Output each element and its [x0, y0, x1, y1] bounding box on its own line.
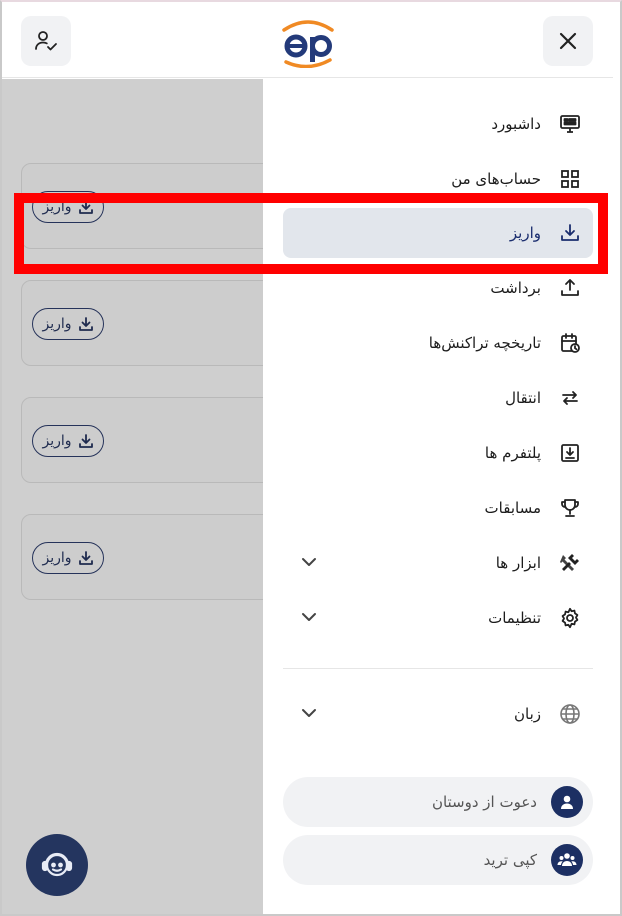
- menu-item-label: تنظیمات: [488, 609, 541, 627]
- language-label: زبان: [513, 705, 541, 723]
- monitor-icon: [557, 111, 583, 137]
- support-chat-button[interactable]: [26, 834, 88, 896]
- menu-item-label: پلتفرم ها: [484, 444, 541, 462]
- globe-icon: [557, 701, 583, 727]
- menu-item-my-accounts[interactable]: حساب‌های من: [283, 154, 593, 204]
- header: [2, 2, 613, 78]
- side-drawer: داشبورد حساب‌های من واریز برداشت تاریخچه…: [263, 79, 613, 914]
- menu-item-transaction-history[interactable]: تاریخچه تراکنش‌ها: [283, 318, 593, 368]
- tools-icon: [557, 550, 583, 576]
- deposit-button[interactable]: واریز: [32, 425, 104, 457]
- deposit-button[interactable]: واریز: [32, 542, 104, 574]
- menu-item-deposit[interactable]: واریز: [283, 208, 593, 258]
- menu-item-label: مسابقات: [484, 499, 541, 517]
- chevron-down-icon[interactable]: [299, 607, 319, 627]
- account-card: واریز: [21, 397, 263, 483]
- chevron-down-icon[interactable]: [299, 703, 319, 723]
- account-card: واریز: [21, 514, 263, 600]
- menu-item-label: حساب‌های من: [451, 170, 541, 188]
- account-card: واریز: [21, 280, 263, 366]
- account-card: واریز: [21, 163, 263, 249]
- menu-item-transfer[interactable]: انتقال: [283, 373, 593, 423]
- menu-item-label: داشبورد: [491, 115, 541, 133]
- invite-friends-button[interactable]: دعوت از دوستان: [283, 777, 593, 827]
- menu-item-withdraw[interactable]: برداشت: [283, 263, 593, 313]
- menu-item-label: واریز: [509, 224, 541, 242]
- menu-item-label: ابزار ها: [495, 554, 541, 572]
- chevron-down-icon[interactable]: [299, 552, 319, 572]
- download-icon: [78, 551, 93, 565]
- menu-item-label: تاریخچه تراکنش‌ها: [428, 334, 541, 352]
- calendar-clock-icon: [557, 330, 583, 356]
- close-button[interactable]: [543, 16, 593, 66]
- copy-trade-button[interactable]: کپی ترید: [283, 835, 593, 885]
- platform-download-icon: [557, 440, 583, 466]
- deposit-button[interactable]: واریز: [32, 191, 104, 223]
- ep-logo: [282, 20, 334, 68]
- download-icon: [78, 317, 93, 331]
- trophy-icon: [557, 495, 583, 521]
- user-badge-icon: [551, 786, 583, 818]
- gear-icon: [557, 605, 583, 631]
- user-verify-button[interactable]: [21, 16, 71, 66]
- menu-item-dashboard[interactable]: داشبورد: [283, 99, 593, 149]
- download-icon: [78, 200, 93, 214]
- menu-item-label: برداشت: [490, 279, 541, 297]
- close-icon: [559, 32, 577, 50]
- language-selector[interactable]: زبان: [283, 689, 593, 739]
- invite-friends-label: دعوت از دوستان: [431, 793, 537, 811]
- transfer-icon: [557, 385, 583, 411]
- menu-item-tools[interactable]: ابزار ها: [283, 538, 593, 588]
- download-icon: [78, 434, 93, 448]
- grid-icon: [557, 166, 583, 192]
- group-icon: [551, 844, 583, 876]
- user-check-icon: [35, 31, 57, 51]
- upload-icon: [557, 275, 583, 301]
- menu-item-label: انتقال: [505, 389, 541, 407]
- page-backdrop[interactable]: واریز واریز واریز واریز: [2, 79, 263, 914]
- support-agent-icon: [41, 852, 73, 877]
- copy-trade-label: کپی ترید: [483, 851, 537, 869]
- menu-item-settings[interactable]: تنظیمات: [283, 593, 593, 643]
- download-icon: [557, 220, 583, 246]
- menu-divider: [283, 668, 593, 669]
- deposit-button[interactable]: واریز: [32, 308, 104, 340]
- menu-item-competitions[interactable]: مسابقات: [283, 483, 593, 533]
- menu-item-platforms[interactable]: پلتفرم ها: [283, 428, 593, 478]
